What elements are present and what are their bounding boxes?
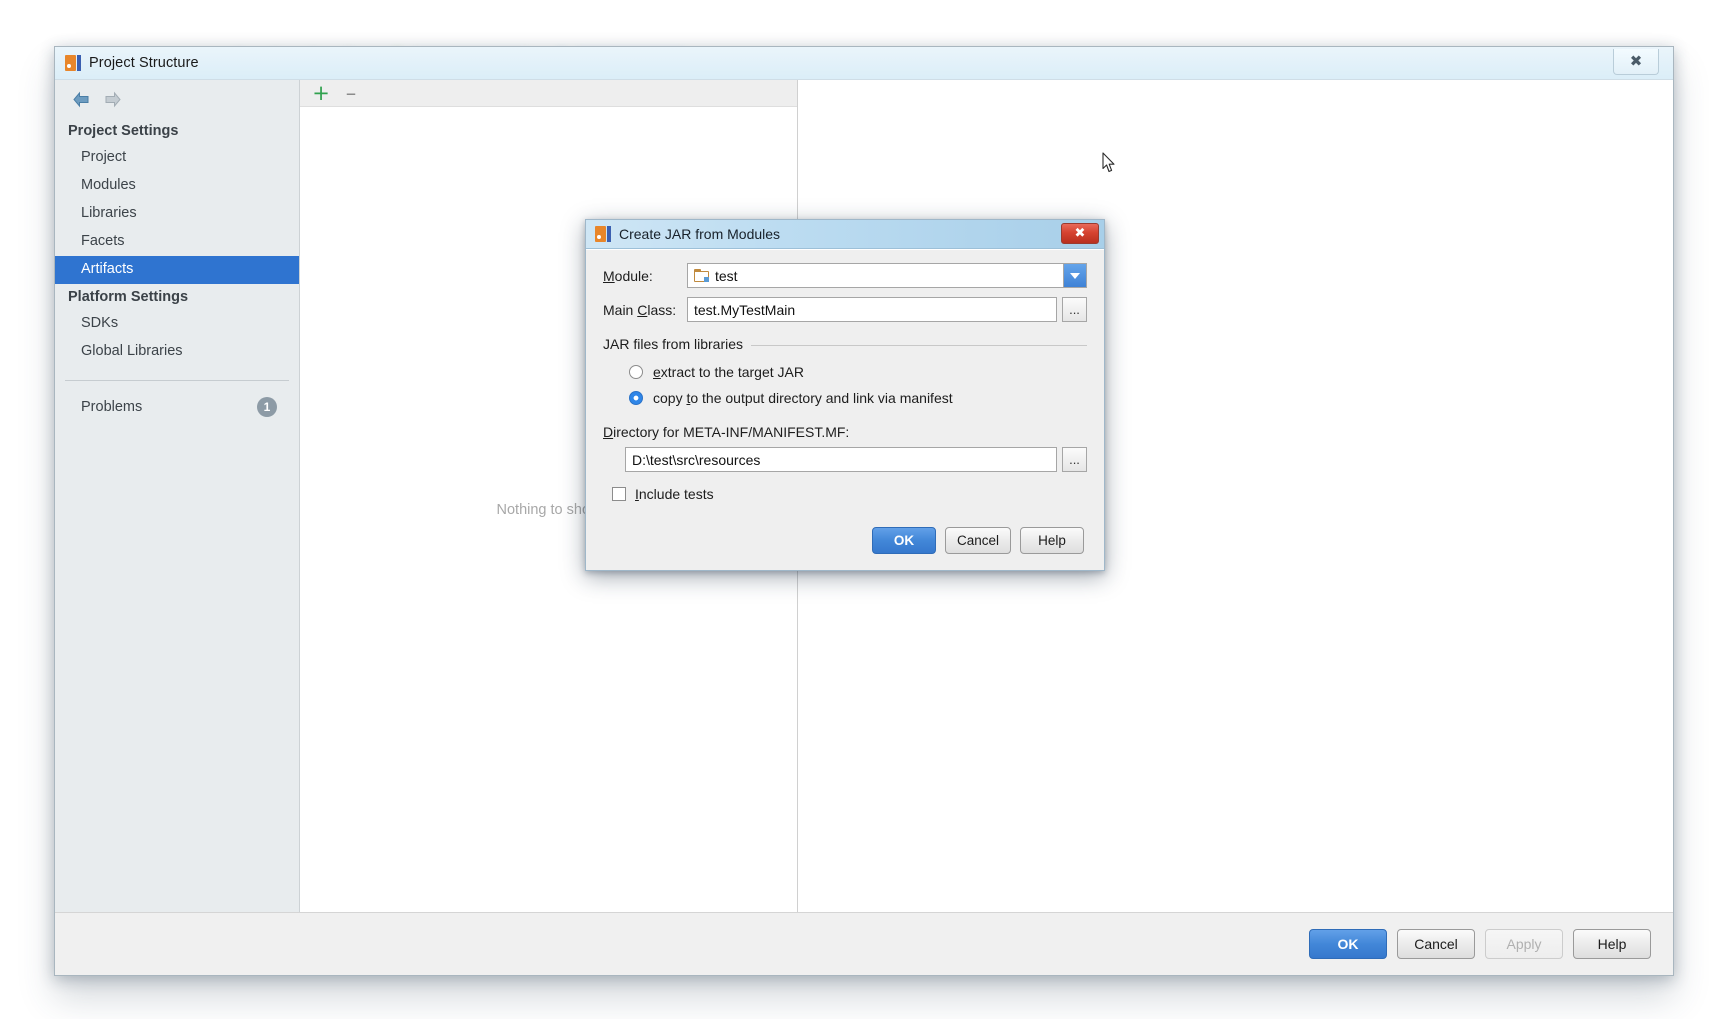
sidebar-item-artifacts[interactable]: Artifacts — [55, 256, 299, 284]
problems-count-badge: 1 — [257, 397, 277, 417]
remove-artifact-button[interactable]: – — [340, 80, 362, 105]
sidebar-item-sdks[interactable]: SDKs — [55, 310, 299, 338]
close-icon: ✖ — [1074, 226, 1086, 241]
window-close-button[interactable]: ✖ — [1613, 49, 1659, 75]
sidebar-item-global-libraries[interactable]: Global Libraries — [55, 338, 299, 366]
module-combobox[interactable]: test — [687, 263, 1087, 288]
navigation-arrows — [55, 80, 299, 118]
window-title: Project Structure — [89, 55, 199, 71]
module-label: Module: — [603, 267, 653, 284]
settings-sidebar: Project Settings Project Modules Librari… — [55, 80, 300, 912]
manifest-dir-value: D:\test\src\resources — [632, 451, 761, 468]
sidebar-group-platform-settings: Platform Settings — [68, 289, 189, 305]
problems-label: Problems — [81, 399, 143, 415]
window-titlebar: Project Structure ✖ — [55, 47, 1673, 80]
manifest-dir-input[interactable]: D:\test\src\resources — [625, 447, 1057, 472]
dialog-titlebar: Create JAR from Modules ✖ — [586, 220, 1104, 249]
create-jar-dialog: Create JAR from Modules ✖ Module: test M — [585, 219, 1105, 571]
jar-files-legend: JAR files from libraries — [603, 336, 752, 352]
include-tests-checkbox[interactable]: Include tests — [603, 486, 1087, 502]
dialog-close-button[interactable]: ✖ — [1061, 223, 1099, 244]
sidebar-item-libraries[interactable]: Libraries — [55, 200, 299, 228]
jar-files-fieldset: JAR files from libraries — [603, 336, 1087, 354]
intellij-logo-icon — [65, 55, 81, 71]
radio-checked-icon — [629, 391, 643, 405]
module-row: Module: test — [603, 263, 1087, 288]
sidebar-item-project[interactable]: Project — [55, 144, 299, 172]
sidebar-group-project-settings: Project Settings — [68, 123, 179, 139]
screen: Project Structure ✖ Project Settings Pro… — [0, 0, 1709, 1019]
dialog-button-bar: OK Cancel Help — [871, 527, 1084, 554]
manifest-dir-row: D:\test\src\resources ... — [603, 447, 1087, 472]
minus-icon: – — [345, 80, 357, 105]
main-class-input[interactable]: test.MyTestMain — [687, 297, 1057, 322]
radio-extract-to-target-jar[interactable]: extract to the target JAR — [629, 364, 1087, 380]
module-value: test — [715, 267, 738, 284]
arrow-left-icon[interactable] — [71, 91, 90, 108]
main-class-value: test.MyTestMain — [694, 301, 796, 318]
sidebar-item-facets[interactable]: Facets — [55, 228, 299, 256]
dialog-ok-button[interactable]: OK — [871, 527, 936, 554]
window-button-bar: OK Cancel Apply Help — [55, 913, 1673, 975]
help-button[interactable]: Help — [1573, 929, 1651, 959]
main-class-label: Main Class: — [603, 301, 677, 318]
dialog-body: Module: test Main Class: test.MyTestMain… — [586, 249, 1104, 570]
dialog-cancel-button[interactable]: Cancel — [944, 527, 1011, 554]
checkbox-unchecked-icon — [612, 487, 626, 501]
apply-button: Apply — [1485, 929, 1563, 959]
add-artifact-button[interactable]: + — [310, 80, 332, 105]
radio-unchecked-icon — [629, 365, 643, 379]
sidebar-item-problems[interactable]: Problems 1 — [55, 393, 299, 422]
main-class-row: Main Class: test.MyTestMain ... — [603, 297, 1087, 322]
chevron-down-icon[interactable] — [1063, 264, 1086, 287]
sidebar-divider — [65, 380, 289, 381]
ok-button[interactable]: OK — [1309, 929, 1387, 959]
browse-ellipsis-icon[interactable]: ... — [1062, 447, 1087, 472]
arrow-right-icon[interactable] — [104, 91, 123, 108]
radio-copy-to-output-directory[interactable]: copy to the output directory and link vi… — [629, 390, 1087, 406]
sidebar-item-modules[interactable]: Modules — [55, 172, 299, 200]
include-tests-label: Include tests — [635, 486, 714, 502]
intellij-logo-icon — [595, 226, 611, 242]
dialog-help-button[interactable]: Help — [1020, 527, 1084, 554]
browse-ellipsis-icon[interactable]: ... — [1062, 297, 1087, 322]
cancel-button[interactable]: Cancel — [1397, 929, 1475, 959]
manifest-dir-label: Directory for META-INF/MANIFEST.MF: — [603, 424, 850, 440]
module-folder-icon — [694, 269, 709, 282]
plus-icon: + — [312, 80, 330, 105]
radio-copy-label: copy to the output directory and link vi… — [653, 390, 953, 406]
close-icon: ✖ — [1629, 52, 1643, 70]
radio-extract-label: extract to the target JAR — [653, 364, 804, 380]
artifacts-toolbar: + – — [300, 80, 797, 107]
dialog-title: Create JAR from Modules — [619, 226, 781, 242]
